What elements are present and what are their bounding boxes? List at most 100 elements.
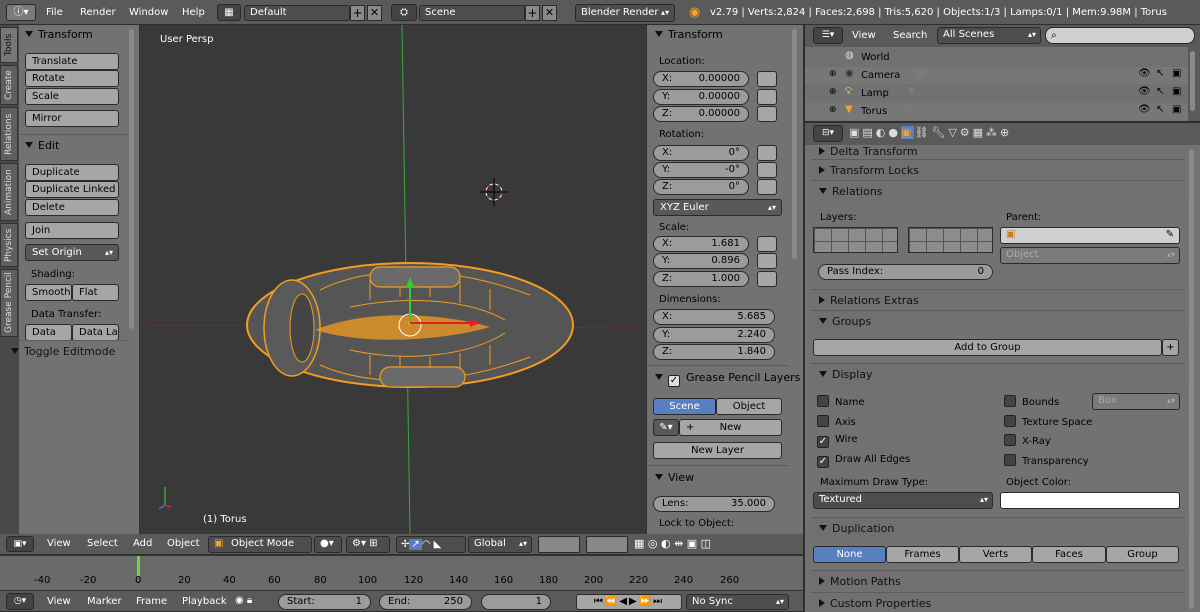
max-draw-type-select[interactable]: Textured ▴▾ <box>813 492 993 509</box>
lock-icon[interactable] <box>757 89 777 105</box>
rotation-x-field[interactable]: X: 0° <box>653 145 749 161</box>
texture-space-checkbox[interactable]: Texture Space <box>1004 415 1092 428</box>
lock-icon[interactable] <box>757 253 777 269</box>
transform-locks-header[interactable]: Transform Locks <box>811 159 1185 180</box>
display-name-checkbox[interactable]: Name <box>817 395 865 408</box>
n-transform-header[interactable]: Transform <box>655 28 723 41</box>
menu-frame[interactable]: Frame <box>136 596 167 607</box>
new-layer-button[interactable]: New Layer <box>653 442 782 459</box>
menu-select[interactable]: Select <box>87 538 118 549</box>
groups-header[interactable]: Groups <box>811 310 1185 331</box>
render-icon[interactable]: ▣ <box>1172 68 1181 79</box>
eyedropper-icon[interactable]: ✎ <box>1166 228 1174 242</box>
cursor-select-icon[interactable]: ↖ <box>1156 104 1164 115</box>
duplicate-linked-button[interactable]: Duplicate Linked <box>25 181 119 198</box>
menu-window[interactable]: Window <box>129 7 168 18</box>
menu-view[interactable]: View <box>47 538 71 549</box>
dup-verts-button[interactable]: Verts <box>959 546 1032 563</box>
dimension-y-field[interactable]: Y: 2.240 <box>653 327 775 343</box>
remove-scene-icon[interactable]: ✕ <box>542 5 557 21</box>
lock-icon[interactable] <box>757 71 777 87</box>
xray-checkbox[interactable]: X-Ray <box>1004 434 1051 447</box>
3d-viewport[interactable]: User Persp (1) Torus <box>140 25 646 534</box>
eye-icon[interactable]: 👁︎ <box>1138 68 1151 79</box>
edit-section-header[interactable]: Edit <box>25 139 59 152</box>
toggle-editmode-header[interactable]: Toggle Editmode <box>11 345 115 358</box>
outliner-filter-select[interactable]: All Scenes ▴▾ <box>937 27 1041 44</box>
display-bounds-checkbox[interactable]: Bounds <box>1004 395 1059 408</box>
tool-shelf-scrollbar[interactable] <box>129 29 134 329</box>
tab-animation[interactable]: Animation <box>0 163 18 221</box>
dimension-x-field[interactable]: X: 5.685 <box>653 309 775 325</box>
render-icon[interactable]: ▣ <box>1172 104 1181 115</box>
view-section-header[interactable]: View <box>655 471 694 484</box>
preview-range-icon[interactable]: ◉ 🔒︎ <box>235 594 269 610</box>
scene-field[interactable]: Scene <box>419 5 525 21</box>
render-icon[interactable]: ▣ <box>1172 86 1181 97</box>
display-wire-checkbox[interactable]: ✓ Wire <box>817 434 858 448</box>
scale-z-field[interactable]: Z: 1.000 <box>653 271 749 287</box>
layers-grid-icon[interactable] <box>586 536 628 553</box>
dup-faces-button[interactable]: Faces <box>1032 546 1106 563</box>
editor-type-icon[interactable]: ☰▾ <box>813 27 843 44</box>
scale-y-field[interactable]: Y: 0.896 <box>653 253 749 269</box>
menu-file[interactable]: File <box>46 7 63 18</box>
parent-type-select[interactable]: Object ▴▾ <box>1000 247 1180 264</box>
lens-field[interactable]: Lens: 35.000 <box>653 496 775 512</box>
cursor-select-icon[interactable]: ↖ <box>1156 68 1164 79</box>
info-editor-icon[interactable]: ⓘ▾ <box>6 4 36 21</box>
display-header[interactable]: Display <box>811 363 1185 384</box>
current-frame-field[interactable]: 1 <box>481 594 551 610</box>
data-layout-button[interactable]: Data La <box>72 324 119 341</box>
lock-icon[interactable] <box>757 179 777 195</box>
tab-physics[interactable]: Physics <box>0 223 18 267</box>
add-group-plus-icon[interactable]: + <box>1162 339 1179 356</box>
lock-icon[interactable] <box>757 236 777 252</box>
checkbox-icon[interactable] <box>1004 454 1016 466</box>
menu-marker[interactable]: Marker <box>87 596 122 607</box>
outliner-row-world[interactable]: ◍ World <box>805 49 1188 66</box>
tab-relations[interactable]: Relations <box>0 107 18 161</box>
dimension-z-field[interactable]: Z: 1.840 <box>653 344 775 360</box>
checkbox-checked-icon[interactable]: ✓ <box>817 456 829 468</box>
current-frame-indicator[interactable] <box>137 556 140 576</box>
checkbox-icon[interactable] <box>1004 434 1016 446</box>
cursor-select-icon[interactable]: ↖ <box>1156 86 1164 97</box>
menu-view[interactable]: View <box>852 30 876 41</box>
checkbox-checked-icon[interactable]: ✓ <box>817 436 829 448</box>
checkbox-icon[interactable] <box>817 395 829 407</box>
set-origin-select[interactable]: Set Origin ▴▾ <box>25 244 119 261</box>
add-scene-icon[interactable]: + <box>525 5 540 21</box>
editor-type-icon[interactable]: ⊟▾ <box>813 125 843 142</box>
display-axis-checkbox[interactable]: Axis <box>817 415 856 428</box>
remove-layout-icon[interactable]: ✕ <box>367 5 382 21</box>
outliner-row-lamp[interactable]: ⊕ 💡︎ Lamp ✳ 👁︎ ↖ ▣ <box>805 85 1188 102</box>
outliner-scrollbar[interactable] <box>1190 51 1195 111</box>
layers-grid-icon[interactable] <box>538 536 580 553</box>
expand-icon[interactable]: ⊕ <box>829 87 837 97</box>
n-panel-scrollbar[interactable] <box>792 29 797 259</box>
pass-index-field[interactable]: Pass Index: 0 <box>818 264 993 280</box>
screen-layout-field[interactable]: Default <box>244 5 350 21</box>
rotation-mode-select[interactable]: XYZ Euler ▴▾ <box>653 199 782 216</box>
checkbox-icon[interactable]: ✓ <box>668 375 680 387</box>
location-x-field[interactable]: X: 0.00000 <box>653 71 749 87</box>
tab-create[interactable]: Create <box>0 65 18 105</box>
dup-group-button[interactable]: Group <box>1106 546 1179 563</box>
tab-tools[interactable]: Tools <box>0 27 18 63</box>
menu-add[interactable]: Add <box>133 538 152 549</box>
orientation-select[interactable]: Global ▴▾ <box>468 536 532 553</box>
scale-x-field[interactable]: X: 1.681 <box>653 236 749 252</box>
grease-pencil-layers-header[interactable]: ✓ Grease Pencil Layers <box>655 371 800 387</box>
tab-grease-pencil[interactable]: Grease Pencil <box>0 269 18 337</box>
gp-scene-button[interactable]: Scene <box>653 398 716 415</box>
checkbox-icon[interactable] <box>817 415 829 427</box>
delete-button[interactable]: Delete <box>25 199 119 216</box>
scale-button[interactable]: Scale <box>25 88 119 105</box>
search-input[interactable]: ⌕ <box>1045 27 1195 44</box>
menu-view[interactable]: View <box>47 596 71 607</box>
render-tools-icons[interactable]: ▦ ◎ ◐ ⇹ ▣ ◫ <box>634 536 784 553</box>
rotation-y-field[interactable]: Y: -0° <box>653 162 749 178</box>
flat-button[interactable]: Flat <box>72 284 119 301</box>
pencil-icon[interactable]: ✎▾ <box>653 419 679 436</box>
